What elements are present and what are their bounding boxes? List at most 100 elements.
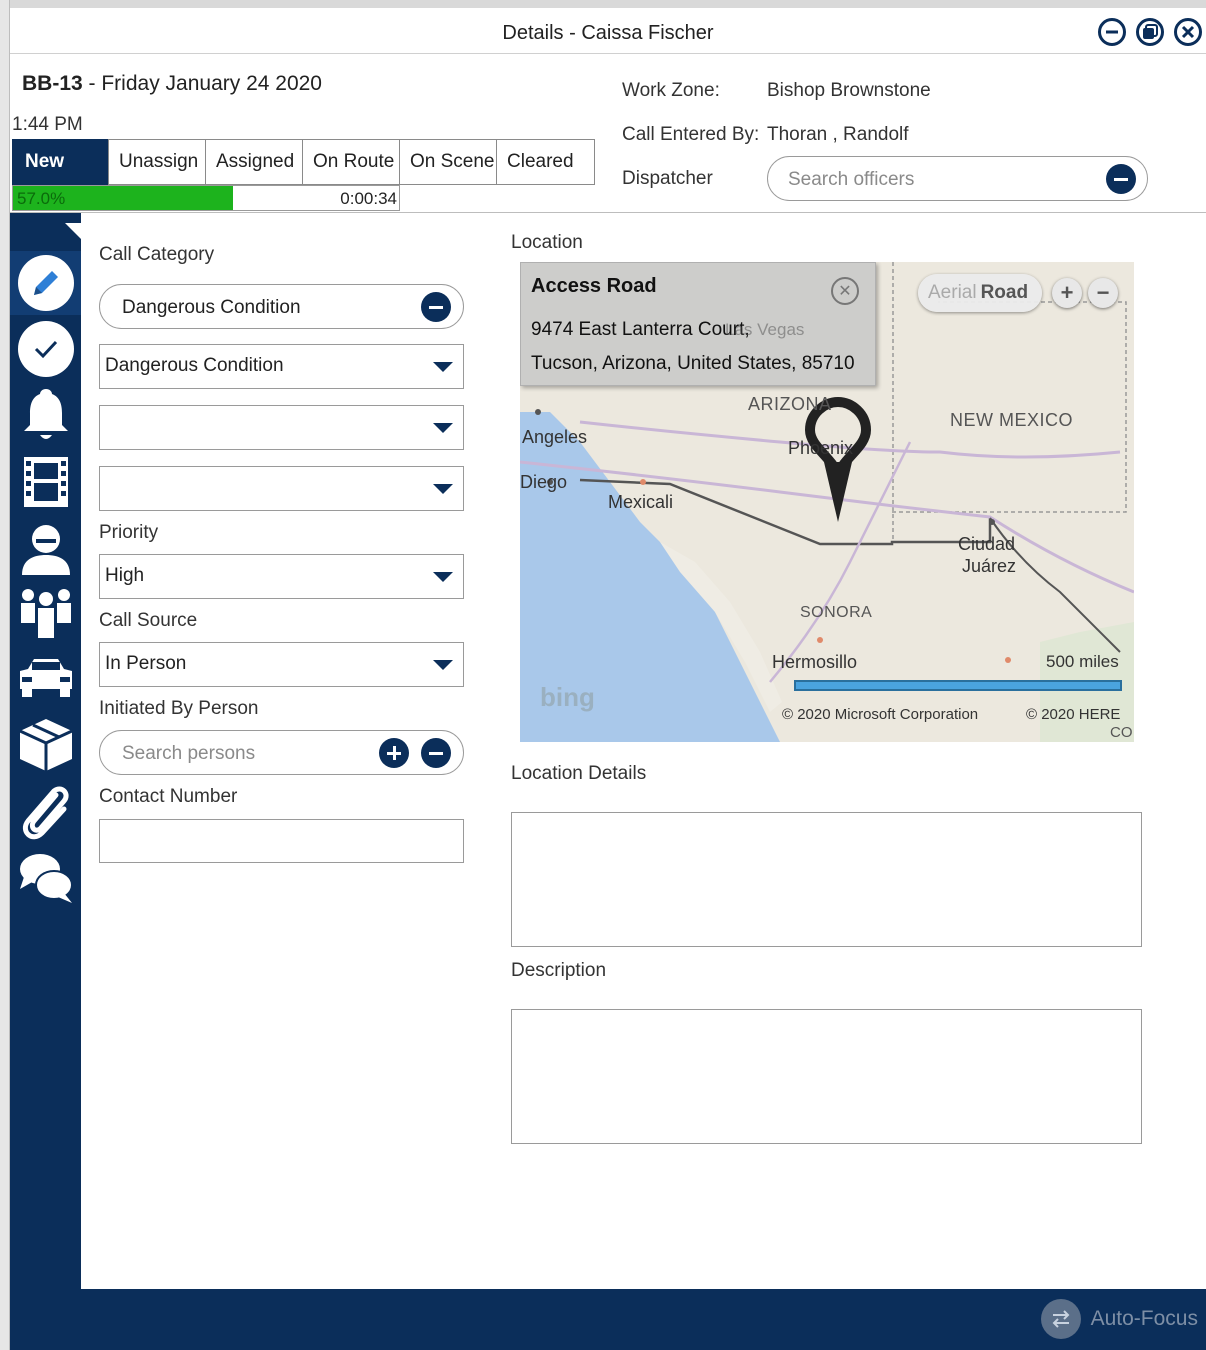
window-controls [1098,18,1202,46]
call-category-pill-value: Dangerous Condition [122,297,301,318]
sidebar-item-details[interactable] [10,251,81,315]
sidebar-item-property[interactable] [10,713,81,777]
dispatcher-remove-button[interactable] [1106,164,1136,194]
sidebar-item-attachments[interactable] [10,779,81,843]
add-person-button[interactable] [379,738,409,768]
sidebar-item-alerts[interactable] [10,383,81,447]
sidebar-item-messages[interactable] [10,845,81,909]
window-frame-left [0,0,10,1350]
minimize-icon [1106,30,1118,34]
status-on-scene[interactable]: On Scene [400,139,497,185]
map-label-sonora: SONORA [800,604,873,621]
contact-number-field[interactable] [99,819,464,863]
dispatcher-search[interactable]: Search officers [767,156,1148,201]
paperclip-icon [22,786,69,840]
work-zone-label: Work Zone: [622,80,720,101]
description-label: Description [511,960,607,981]
collapse-corner-icon[interactable] [65,223,83,241]
minimize-button[interactable] [1098,18,1126,46]
map-zoom-in-button[interactable]: + [1052,278,1082,308]
location-details-label: Location Details [511,763,647,784]
bell-icon [23,389,68,439]
map-zoom-out-button[interactable]: − [1088,278,1118,308]
work-zone-value: Bishop Brownstone [767,80,931,101]
map-label-angeles: Angeles [522,427,588,447]
bottom-bar: Auto-Focus [10,1289,1206,1350]
location-map[interactable]: ARIZONA NEW MEXICO Angeles Diego Mexical… [520,262,1134,742]
minus-icon: − [1096,280,1110,305]
sidebar-item-tasks[interactable] [10,317,81,381]
status-bar: New Unassign Assigned On Route On Scene … [12,139,595,185]
checkmark-icon [17,321,74,377]
dispatcher-label: Dispatcher [622,168,713,189]
remove-person-button[interactable] [421,738,451,768]
call-category-label: Call Category [99,244,215,265]
status-new[interactable]: New [12,139,108,185]
minus-icon [429,305,443,309]
close-icon [1181,25,1195,39]
initiated-by-label: Initiated By Person [99,698,259,719]
sidebar [10,213,83,1289]
popup-address-line1: 9474 East Lanterra Court, [531,319,750,340]
map-label-ciudad: Ciudad [958,534,1016,554]
window-title: Details - Caissa Fischer [502,22,714,44]
initiated-by-placeholder: Search persons [122,743,256,764]
map-label-las-vegas: Las Vegas [725,320,805,339]
map-label-hermosillo: Hermosillo [772,652,858,672]
call-category-remove-button[interactable] [421,292,451,322]
priority-label: Priority [99,522,159,543]
sidebar-item-media[interactable] [10,449,81,513]
plus-icon: + [1060,280,1074,305]
progress-percent: 57.0% [17,189,66,208]
map-scale-bar [794,680,1122,691]
chevron-down-icon [433,660,453,670]
dispatcher-search-placeholder: Search officers [788,169,915,190]
incident-id: BB-13 [22,72,83,95]
map-label-arizona: ARIZONA [748,394,832,414]
status-on-route[interactable]: On Route [303,139,400,185]
contact-number-label: Contact Number [99,786,238,807]
map-label-new-mexico: NEW MEXICO [950,410,1074,430]
incident-time: 1:44 PM [12,114,83,135]
status-unassigned[interactable]: Unassign [108,139,206,185]
description-field[interactable] [511,1009,1142,1144]
map-label-mexicali: Mexicali [608,492,674,512]
map-label-phoenix: Phoenix [788,438,854,458]
title-bar: Details - Caissa Fischer [10,8,1206,54]
call-source-label: Call Source [99,610,198,631]
map-scale-label: 500 miles [1046,652,1119,671]
swap-arrows-icon [1040,1299,1081,1339]
sidebar-item-people[interactable] [10,581,81,645]
call-source-value: In Person [105,653,187,674]
location-details-field[interactable] [511,812,1142,947]
call-entered-label: Call Entered By: [622,124,760,145]
map-label-diego: Diego [520,472,568,492]
call-subcategory-select-2[interactable] [99,466,464,511]
map-type-toggle[interactable]: Aerial Road [918,274,1042,312]
close-button[interactable] [1174,18,1202,46]
call-category-select-value: Dangerous Condition [105,355,284,376]
status-cleared[interactable]: Cleared [497,139,595,185]
auto-focus-button[interactable]: Auto-Focus [1040,1299,1198,1339]
call-category-select[interactable]: Dangerous Condition [99,344,464,389]
status-assigned[interactable]: Assigned [206,139,303,185]
sidebar-item-officers[interactable] [10,515,81,579]
chevron-down-icon [433,362,453,372]
map-type-aerial[interactable]: Aerial [928,282,977,304]
box-icon [18,719,73,771]
auto-focus-label: Auto-Focus [1090,1307,1198,1330]
map-copyright-here: © 2020 HERE [1026,706,1121,723]
call-subcategory-select-1[interactable] [99,405,464,450]
sidebar-item-vehicles[interactable] [10,647,81,711]
call-source-select[interactable]: In Person [99,642,464,687]
bing-logo: bing [540,682,595,712]
map-label-juarez: Juárez [962,556,1017,576]
priority-select[interactable]: High [99,554,464,599]
restore-button[interactable] [1136,18,1164,46]
map-type-road[interactable]: Road [981,282,1029,304]
popup-close-button[interactable]: ✕ [831,277,859,305]
minus-icon [429,751,443,755]
initiated-by-search[interactable]: Search persons [99,730,464,775]
pencil-icon [17,255,74,311]
call-category-pill[interactable]: Dangerous Condition [99,284,464,329]
